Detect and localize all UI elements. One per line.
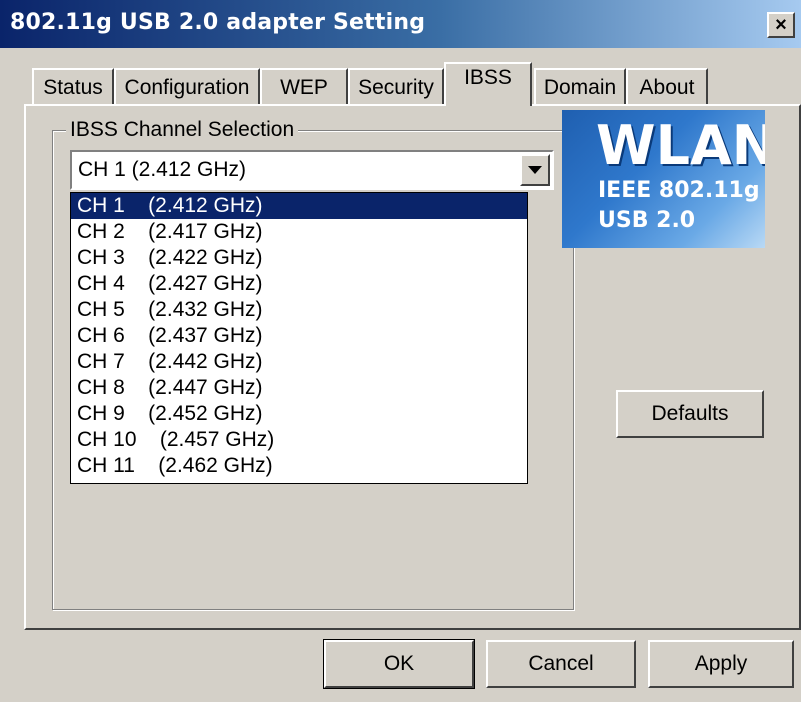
tab-label: Configuration xyxy=(124,75,250,99)
channel-option[interactable]: CH 6 (2.437 GHz) xyxy=(71,323,527,349)
close-icon: × xyxy=(775,14,787,36)
channel-option[interactable]: CH 10 (2.457 GHz) xyxy=(71,427,527,453)
tab-label: About xyxy=(639,75,695,99)
tab-label: Status xyxy=(43,75,103,99)
dropdown-arrow-button[interactable] xyxy=(520,154,550,186)
window-title: 802.11g USB 2.0 adapter Setting xyxy=(10,10,426,35)
tab-ibss[interactable]: IBSS xyxy=(444,62,532,106)
channel-dropdown-list: CH 1 (2.412 GHz) CH 2 (2.417 GHz) CH 3 (2.… xyxy=(70,192,528,484)
channel-option[interactable]: CH 8 (2.447 GHz) xyxy=(71,375,527,401)
channel-select[interactable]: CH 1 (2.412 GHz) xyxy=(70,150,554,190)
logo-ieee-text: IEEE 802.11g xyxy=(598,178,760,203)
tab-panel-ibss: IBSS Channel Selection CH 1 (2.412 GHz) … xyxy=(24,104,801,630)
tab-label: WEP xyxy=(280,75,328,99)
tab-label: Domain xyxy=(543,75,617,99)
channel-option[interactable]: CH 3 (2.422 GHz) xyxy=(71,245,527,271)
tab-wep[interactable]: WEP xyxy=(260,68,348,105)
tab-security[interactable]: Security xyxy=(348,68,444,105)
chevron-down-icon xyxy=(528,166,542,174)
tab-configuration[interactable]: Configuration xyxy=(114,68,260,105)
channel-option[interactable]: CH 2 (2.417 GHz) xyxy=(71,219,527,245)
cancel-button[interactable]: Cancel xyxy=(486,640,636,688)
ok-button[interactable]: OK xyxy=(323,639,475,689)
channel-option[interactable]: CH 11 (2.462 GHz) xyxy=(71,453,527,479)
logo-usb-text: USB 2.0 xyxy=(598,208,696,233)
wlan-logo: WLAN IEEE 802.11g USB 2.0 xyxy=(562,110,765,248)
tab-about[interactable]: About xyxy=(626,68,708,105)
logo-wlan-text: WLAN xyxy=(596,114,765,177)
title-bar[interactable]: 802.11g USB 2.0 adapter Setting × xyxy=(0,0,801,48)
defaults-button-label: Defaults xyxy=(651,402,729,425)
tab-label: Security xyxy=(358,75,434,99)
tab-status[interactable]: Status xyxy=(32,68,114,105)
tab-domain[interactable]: Domain xyxy=(534,68,626,105)
ibss-channel-group-label: IBSS Channel Selection xyxy=(66,118,299,142)
channel-option[interactable]: CH 4 (2.427 GHz) xyxy=(71,271,527,297)
ok-button-label: OK xyxy=(383,652,415,675)
channel-option[interactable]: CH 1 (2.412 GHz) xyxy=(71,193,527,219)
tab-label: IBSS xyxy=(464,66,512,89)
channel-option[interactable]: CH 7 (2.442 GHz) xyxy=(71,349,527,375)
cancel-button-label: Cancel xyxy=(528,652,594,675)
defaults-button[interactable]: Defaults xyxy=(616,390,764,438)
channel-option[interactable]: CH 5 (2.432 GHz) xyxy=(71,297,527,323)
channel-option[interactable]: CH 9 (2.452 GHz) xyxy=(71,401,527,427)
close-button[interactable]: × xyxy=(767,12,795,38)
apply-button[interactable]: Apply xyxy=(648,640,794,688)
channel-select-value: CH 1 (2.412 GHz) xyxy=(78,158,247,181)
apply-button-label: Apply xyxy=(694,652,748,675)
